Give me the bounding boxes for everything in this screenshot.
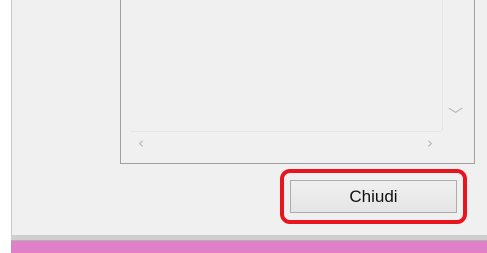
chevron-right-icon[interactable]: › bbox=[427, 136, 433, 151]
list-content-area[interactable] bbox=[131, 0, 451, 131]
dialog-window: ﹀ ‹ › Chiudi bbox=[11, 0, 487, 235]
chevron-down-icon[interactable]: ﹀ bbox=[448, 108, 463, 123]
list-box[interactable]: ﹀ ‹ › bbox=[120, 0, 475, 164]
taskbar-strip bbox=[11, 235, 487, 253]
close-button[interactable]: Chiudi bbox=[290, 180, 457, 213]
horizontal-scrollbar[interactable]: ‹ › bbox=[131, 131, 441, 155]
screen: ﹀ ‹ › Chiudi bbox=[0, 0, 487, 253]
scrollbar-corner bbox=[443, 131, 464, 154]
vertical-scrollbar[interactable]: ﹀ bbox=[442, 0, 464, 131]
chevron-left-icon[interactable]: ‹ bbox=[138, 136, 144, 151]
